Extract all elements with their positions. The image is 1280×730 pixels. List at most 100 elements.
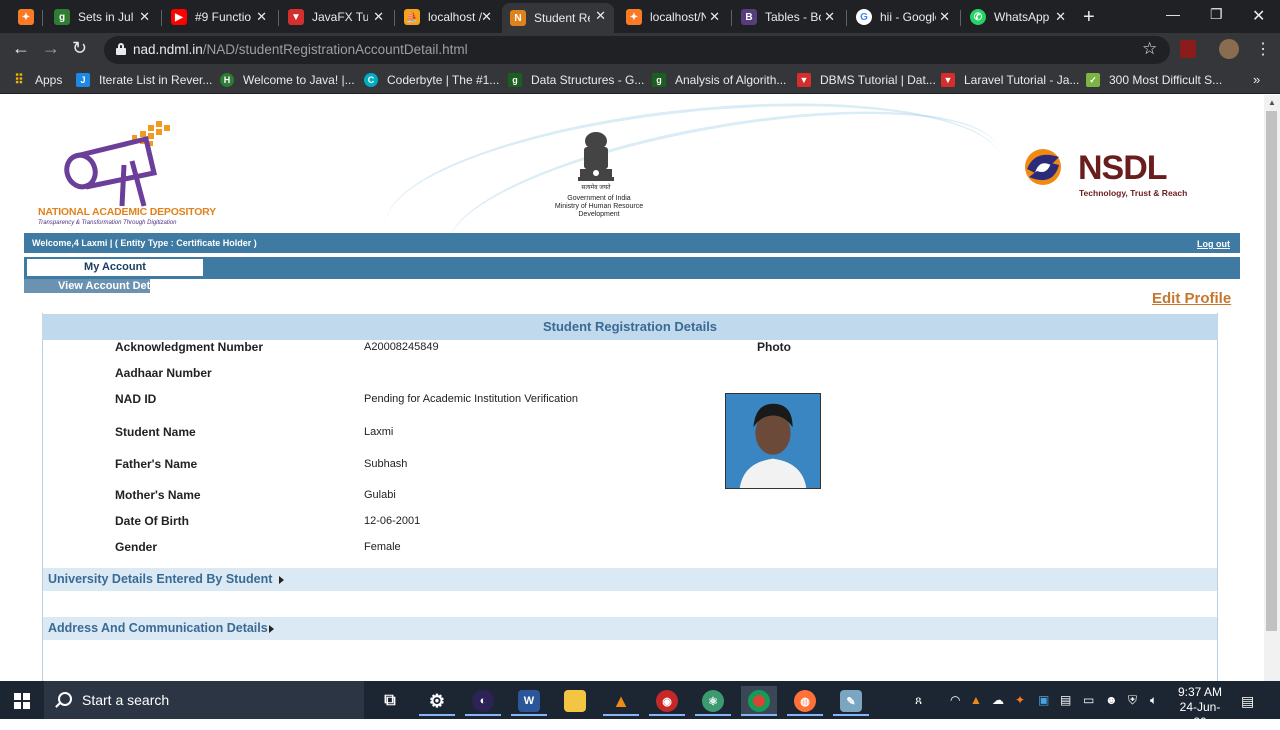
reload-button[interactable]: ↻ [72,38,87,59]
notifications-icon[interactable]: ▤ [1241,693,1254,710]
bookmark-item[interactable]: g Analysis of Algorith... [652,71,786,89]
bookmark-favicon-icon: ▼ [797,73,811,87]
close-icon[interactable]: ✕ [939,9,950,25]
close-icon[interactable]: ✕ [373,9,384,25]
xampp-tray-icon[interactable]: ✦ [1015,693,1025,707]
bookmark-item[interactable]: H Welcome to Java! |... [220,71,355,89]
page-viewport: NATIONAL ACADEMIC DEPOSITORY Transparenc… [0,95,1264,681]
tab-google-search[interactable]: G hii - Google ✕ [848,4,958,30]
atom-icon[interactable]: ⚛ [695,686,731,716]
national-emblem: सत्यमेव जयते [578,132,614,191]
firefox-icon[interactable]: ◍ [787,686,823,716]
section-address-details[interactable]: Address And Communication Details [43,617,1217,640]
device-tray-icon[interactable]: ▤ [1060,693,1071,707]
tab-student-registration[interactable]: N Student Re ✕ [502,3,614,33]
lock-icon [116,43,126,55]
tab-tables-bootstrap[interactable]: B Tables - Bo ✕ [733,4,843,30]
edit-profile-link[interactable]: Edit Profile [1152,290,1231,307]
bookmark-apps[interactable]: ⠿ Apps [12,71,62,89]
tab-sets-in-julia[interactable]: g Sets in Julia ✕ [46,4,158,30]
forward-button[interactable]: → [42,38,60,59]
tab-functions[interactable]: ▶ #9 Functions ✕ [163,4,275,30]
bookmark-favicon-icon: g [508,73,522,87]
app-tray-icon[interactable]: ▣ [1038,693,1049,707]
pdf-extension-icon[interactable] [1180,40,1196,58]
network-icon[interactable]: ◠ [950,693,960,707]
new-tab-button[interactable]: + [1083,6,1095,29]
chrome-icon[interactable] [741,686,777,716]
bookmark-favicon-icon: ▼ [941,73,955,87]
field-label: Father's Name [115,457,198,471]
bookmark-item[interactable]: J Iterate List in Rever... [76,71,212,89]
field-value: Female [364,541,401,553]
windows-start-icon[interactable] [14,693,30,709]
site-header: NATIONAL ACADEMIC DEPOSITORY Transparenc… [24,101,1240,233]
word-icon[interactable]: W [511,686,547,716]
bookmarks-more-icon[interactable]: » [1253,72,1260,87]
anaconda-icon[interactable]: ◉ [649,686,685,716]
field-value: Laxmi [364,426,394,438]
shield-icon[interactable]: ⛨ [1128,693,1137,708]
browser-toolbar: ← → ↻ nad.ndml.in/NAD/studentRegistratio… [0,33,1280,66]
logout-link[interactable]: Log out [1197,239,1230,249]
submenu-view-account[interactable]: View Account Details [24,279,150,293]
bookmark-favicon-icon: C [364,73,378,87]
eclipse-icon[interactable]: ◐ [465,686,501,716]
onedrive-icon[interactable]: ☁ [992,693,1004,707]
javatpoint-icon: ▼ [288,9,304,25]
close-icon[interactable]: ✕ [481,9,492,25]
nsdl-logo-mark [1025,149,1061,185]
expand-arrow-icon [269,625,274,633]
file-explorer-icon[interactable] [557,686,593,716]
vlc-tray-icon[interactable]: ▲ [970,693,982,707]
bookmark-star-icon[interactable]: ☆ [1142,39,1157,59]
nsdl-tagline: Technology, Trust & Reach [1079,188,1188,198]
settings-icon[interactable]: ⚙ [419,686,455,716]
people-icon[interactable]: ጸ [915,693,922,708]
close-icon[interactable]: ✕ [1055,9,1066,25]
close-icon[interactable]: ✕ [824,9,835,25]
close-icon[interactable]: ✕ [595,8,606,24]
address-bar[interactable]: nad.ndml.in/NAD/studentRegistrationAccou… [104,36,1170,64]
photo-label: Photo [757,340,791,354]
windows-taskbar: Start a search ⧉ ⚙ ◐ W ▲ ◉ ⚛ ◍ ✎ ጸ ◠ ▲ ☁… [0,681,1280,729]
bookmark-item[interactable]: g Data Structures - G... [508,71,644,89]
tab-localhost-n[interactable]: ✦ localhost/N ✕ [618,4,728,30]
maximize-button[interactable]: ❐ [1210,6,1223,23]
more-menu-icon[interactable]: ⋮ [1255,39,1271,59]
bookmark-item[interactable]: ✓ 300 Most Difficult S... [1086,71,1222,89]
battery-icon[interactable]: ▭ [1083,693,1094,707]
tab-localhost-pma[interactable]: ⛵ localhost / ✕ [396,4,500,30]
notepad-icon[interactable]: ✎ [833,686,869,716]
bookmark-item[interactable]: ▼ Laravel Tutorial - Ja... [941,71,1079,89]
scrollbar-thumb[interactable] [1266,111,1277,631]
student-photo [725,393,821,489]
scroll-up-icon[interactable]: ▲ [1268,98,1276,107]
taskbar-search-box[interactable]: Start a search [44,681,364,719]
vlc-icon[interactable]: ▲ [603,686,639,716]
nad-tagline: Transparency & Transformation Through Di… [38,220,177,226]
minimize-button[interactable]: — [1166,6,1180,22]
tab-whatsapp[interactable]: ✆ WhatsApp ✕ [962,4,1074,30]
tab-xampp[interactable]: ✦ [10,4,38,30]
bookmarks-bar: ⠿ Apps J Iterate List in Rever... H Welc… [0,66,1280,94]
bookmark-item[interactable]: C Coderbyte | The #1... [364,71,499,89]
security-tray-icon[interactable]: ☻ [1105,693,1118,707]
bookmark-item[interactable]: ▼ DBMS Tutorial | Dat... [797,71,936,89]
task-view-icon[interactable]: ⧉ [372,686,408,716]
browser-tab-strip: ✦ g Sets in Julia ✕ ▶ #9 Functions ✕ ▼ J… [0,0,1280,33]
close-icon[interactable]: ✕ [256,9,267,25]
menu-my-account[interactable]: My Account [26,258,204,277]
tab-javafx[interactable]: ▼ JavaFX Tutorial ✕ [280,4,392,30]
taskbar-clock[interactable]: 9:37 AM 24-Jun-20 [1174,685,1226,730]
section-university-details[interactable]: University Details Entered By Student [43,568,1217,591]
close-icon[interactable]: ✕ [139,9,150,25]
page-scrollbar[interactable]: ▲ [1264,95,1280,681]
field-label: NAD ID [115,392,157,406]
volume-icon[interactable]: 🔈︎ [1150,693,1157,708]
close-icon[interactable]: ✕ [709,9,720,25]
back-button[interactable]: ← [12,38,30,59]
close-window-button[interactable]: ✕ [1252,6,1265,26]
page-icon: g [54,9,70,25]
avatar[interactable] [1219,39,1239,59]
